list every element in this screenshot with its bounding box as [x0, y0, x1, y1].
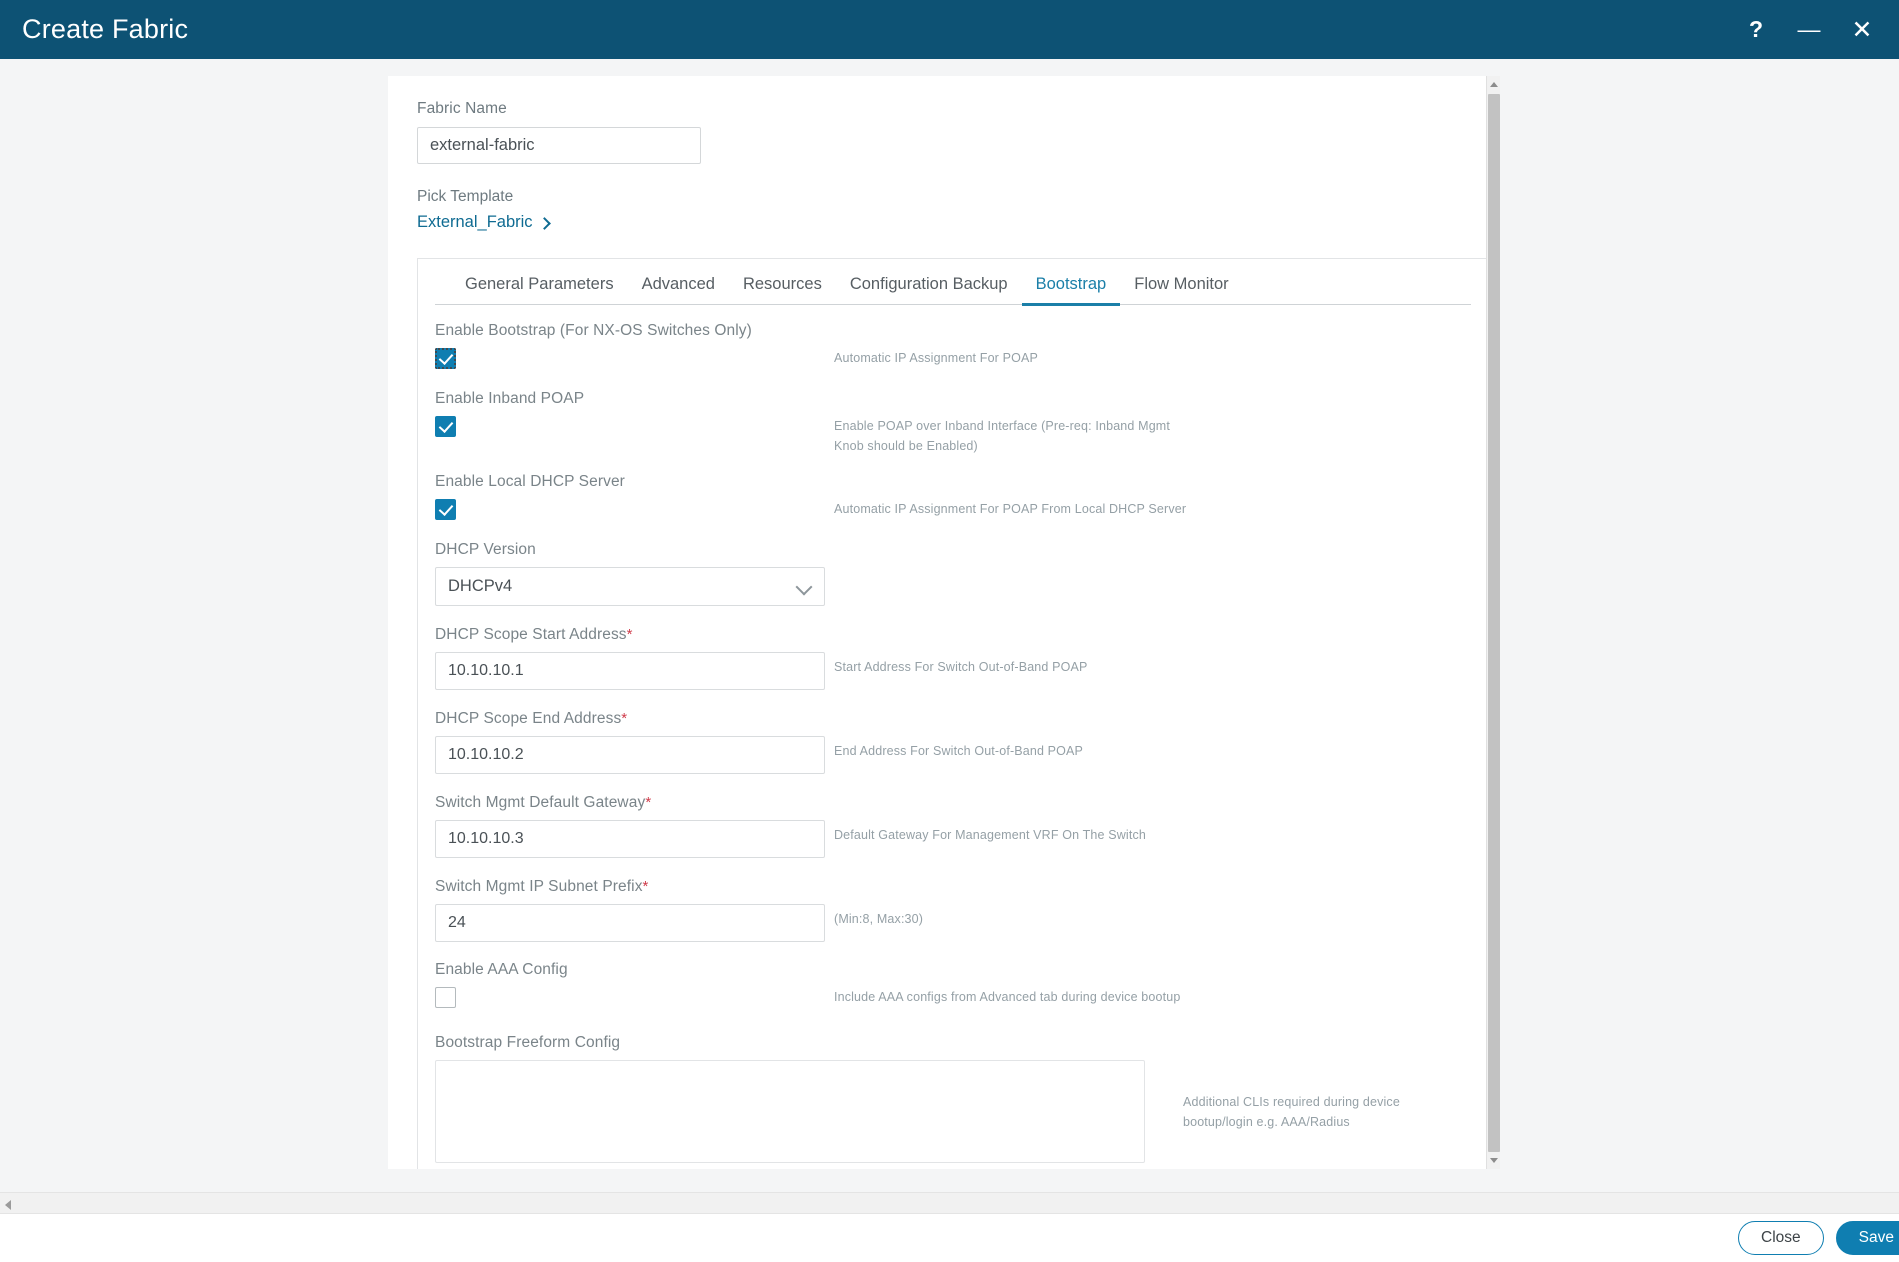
vertical-scrollbar[interactable] — [1486, 76, 1500, 1169]
chevron-down-icon — [796, 579, 813, 596]
tab-card: General Parameters Advanced Resources Co… — [417, 258, 1489, 1169]
switch-mgmt-gateway-label-text: Switch Mgmt Default Gateway — [435, 794, 645, 811]
help-icon[interactable]: ? — [1743, 17, 1769, 43]
dialog-footer: Close Save — [0, 1214, 1899, 1262]
tab-general-parameters[interactable]: General Parameters — [451, 275, 628, 306]
dhcp-scope-start-help: Start Address For Switch Out-of-Band POA… — [834, 657, 1488, 677]
bootstrap-freeform-textarea[interactable] — [435, 1060, 1145, 1163]
bootstrap-freeform-label: Bootstrap Freeform Config — [435, 1034, 1165, 1052]
tab-bar: General Parameters Advanced Resources Co… — [435, 259, 1471, 305]
pick-template-group: Pick Template External_Fabric — [417, 188, 1482, 232]
switch-mgmt-prefix-label-text: Switch Mgmt IP Subnet Prefix — [435, 878, 643, 895]
fabric-name-label: Fabric Name — [417, 100, 1482, 118]
field-switch-mgmt-gateway: Switch Mgmt Default Gateway* Default Gat… — [435, 794, 1488, 858]
dhcp-scope-start-label-text: DHCP Scope Start Address — [435, 626, 627, 643]
window-controls: ? — ✕ — [1743, 17, 1875, 43]
field-dhcp-scope-end: DHCP Scope End Address* End Address For … — [435, 710, 1488, 774]
enable-aaa-label: Enable AAA Config — [435, 961, 830, 979]
switch-mgmt-gateway-help: Default Gateway For Management VRF On Th… — [834, 825, 1488, 845]
switch-mgmt-gateway-label: Switch Mgmt Default Gateway* — [435, 794, 830, 812]
save-button[interactable]: Save — [1836, 1221, 1899, 1255]
field-enable-bootstrap: Enable Bootstrap (For NX-OS Switches Onl… — [435, 322, 1488, 369]
dhcp-scope-end-input[interactable] — [435, 736, 825, 774]
template-name: External_Fabric — [417, 213, 533, 232]
chevron-right-icon — [538, 217, 551, 230]
required-marker: * — [621, 710, 627, 727]
dhcp-scope-end-label: DHCP Scope End Address* — [435, 710, 830, 728]
fabric-name-group: Fabric Name — [417, 100, 1482, 164]
enable-local-dhcp-label: Enable Local DHCP Server — [435, 473, 830, 491]
enable-inband-poap-help-line2: Knob should be Enabled) — [834, 436, 1488, 456]
field-enable-aaa: Enable AAA Config Include AAA configs fr… — [435, 961, 1488, 1013]
window-title: Create Fabric — [22, 16, 188, 43]
switch-mgmt-prefix-input[interactable] — [435, 904, 825, 942]
window-titlebar: Create Fabric ? — ✕ — [0, 0, 1899, 59]
close-icon[interactable]: ✕ — [1849, 17, 1875, 43]
enable-bootstrap-checkbox[interactable] — [435, 348, 456, 369]
enable-local-dhcp-help: Automatic IP Assignment For POAP From Lo… — [834, 499, 1488, 519]
dhcp-version-select[interactable]: DHCPv4 — [435, 567, 825, 606]
dhcp-scope-start-label: DHCP Scope Start Address* — [435, 626, 830, 644]
horizontal-scrollbar[interactable] — [0, 1192, 1899, 1214]
dhcp-scope-end-help: End Address For Switch Out-of-Band POAP — [834, 741, 1488, 761]
pick-template-link[interactable]: External_Fabric — [417, 213, 549, 232]
enable-bootstrap-label: Enable Bootstrap (For NX-OS Switches Onl… — [435, 322, 830, 340]
required-marker: * — [643, 878, 649, 895]
tab-resources[interactable]: Resources — [729, 275, 836, 306]
field-dhcp-version: DHCP Version DHCPv4 — [435, 541, 1488, 606]
content-panel: Fabric Name Pick Template External_Fabri… — [388, 76, 1500, 1169]
bootstrap-freeform-help-line1: Additional CLIs required during device — [1183, 1092, 1488, 1112]
tab-configuration-backup[interactable]: Configuration Backup — [836, 275, 1022, 306]
close-button[interactable]: Close — [1738, 1221, 1824, 1255]
enable-inband-poap-label: Enable Inband POAP — [435, 390, 830, 408]
field-switch-mgmt-prefix: Switch Mgmt IP Subnet Prefix* (Min:8, Ma… — [435, 878, 1488, 942]
field-dhcp-scope-start: DHCP Scope Start Address* Start Address … — [435, 626, 1488, 690]
field-enable-local-dhcp: Enable Local DHCP Server Automatic IP As… — [435, 473, 1488, 520]
bootstrap-form: Enable Bootstrap (For NX-OS Switches Onl… — [418, 305, 1488, 1169]
tab-flow-monitor[interactable]: Flow Monitor — [1120, 275, 1242, 306]
scroll-down-arrow-icon[interactable] — [1490, 1158, 1498, 1163]
create-fabric-window: Create Fabric ? — ✕ Fabric Name Pick Tem… — [0, 0, 1899, 1262]
dhcp-scope-end-label-text: DHCP Scope End Address — [435, 710, 621, 727]
scroll-up-arrow-icon[interactable] — [1490, 82, 1498, 87]
required-marker: * — [627, 626, 633, 643]
dhcp-version-label: DHCP Version — [435, 541, 830, 559]
enable-aaa-checkbox[interactable] — [435, 987, 456, 1008]
switch-mgmt-prefix-label: Switch Mgmt IP Subnet Prefix* — [435, 878, 830, 896]
field-bootstrap-freeform: Bootstrap Freeform Config Additional CLI… — [435, 1034, 1488, 1168]
tab-advanced[interactable]: Advanced — [628, 275, 729, 306]
switch-mgmt-prefix-help: (Min:8, Max:30) — [834, 909, 1488, 929]
fabric-name-input[interactable] — [417, 127, 701, 164]
enable-inband-poap-checkbox[interactable] — [435, 416, 456, 437]
enable-aaa-help: Include AAA configs from Advanced tab du… — [834, 987, 1488, 1007]
enable-inband-poap-help-line1: Enable POAP over Inband Interface (Pre-r… — [834, 416, 1488, 436]
pick-template-label: Pick Template — [417, 188, 1482, 206]
tab-bootstrap[interactable]: Bootstrap — [1022, 275, 1121, 306]
form-scroll-area: Fabric Name Pick Template External_Fabri… — [388, 76, 1482, 1169]
enable-bootstrap-help: Automatic IP Assignment For POAP — [834, 348, 1488, 368]
minimize-icon[interactable]: — — [1796, 17, 1822, 43]
scroll-left-arrow-icon[interactable] — [5, 1200, 11, 1210]
vertical-scrollbar-thumb[interactable] — [1488, 94, 1500, 1152]
bootstrap-freeform-help-line2: bootup/login e.g. AAA/Radius — [1183, 1112, 1488, 1132]
switch-mgmt-gateway-input[interactable] — [435, 820, 825, 858]
enable-local-dhcp-checkbox[interactable] — [435, 499, 456, 520]
field-enable-inband-poap: Enable Inband POAP Enable POAP over Inba… — [435, 390, 1488, 456]
dhcp-scope-start-input[interactable] — [435, 652, 825, 690]
required-marker: * — [645, 794, 651, 811]
dhcp-version-value: DHCPv4 — [448, 577, 512, 596]
